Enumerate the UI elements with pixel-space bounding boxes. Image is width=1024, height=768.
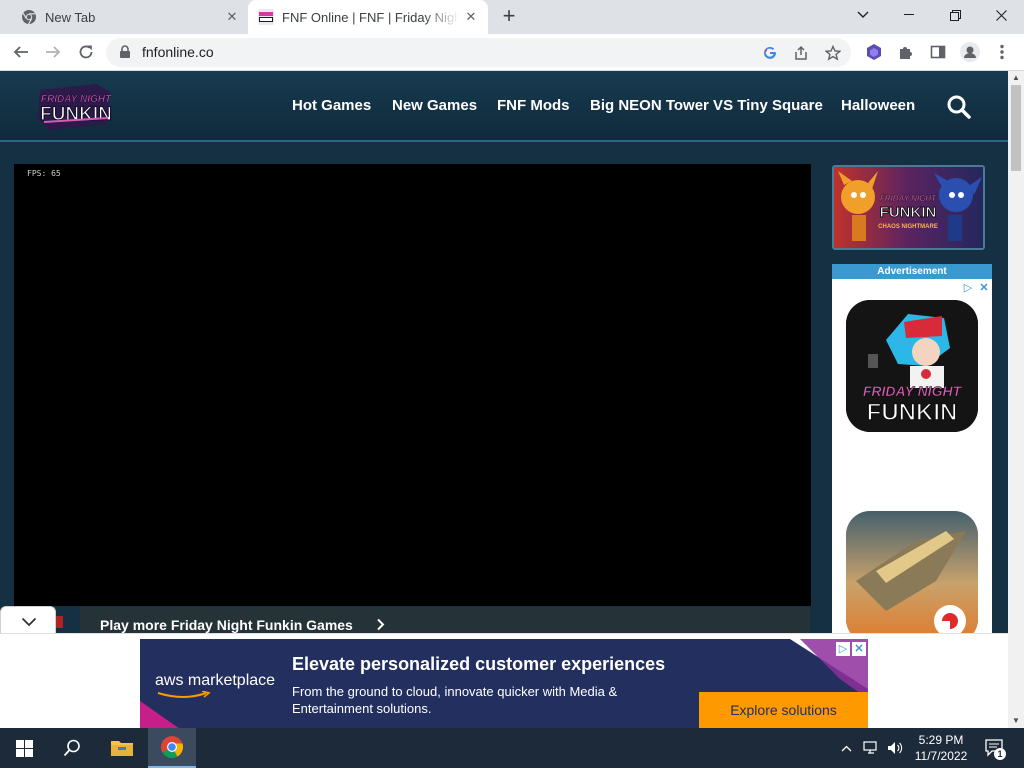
- site-header: FRIDAY NIGHT FUNKIN Hot Games New Games …: [0, 71, 1008, 142]
- new-tab-button[interactable]: +: [498, 5, 520, 28]
- page-scrollbar[interactable]: ▲ ▼: [1008, 71, 1024, 728]
- tab-new-tab[interactable]: New Tab ✕: [14, 0, 246, 34]
- ad-choices-icon[interactable]: ▷: [962, 282, 974, 294]
- ad-body: From the ground to cloud, innovate quick…: [292, 684, 618, 716]
- windows-icon: [15, 739, 33, 757]
- ad-headline: Elevate personalized customer experience…: [292, 654, 666, 674]
- chevron-up-icon: [841, 745, 851, 751]
- scroll-up-icon[interactable]: ▲: [1008, 71, 1024, 85]
- fps-counter: FPS: 65: [27, 169, 61, 178]
- game-thumbnail-chaos-nightmare[interactable]: FRIDAY NIGHT FUNKIN CHAOS NIGHTMARE: [832, 165, 985, 250]
- nav-halloween[interactable]: Halloween: [841, 97, 915, 117]
- nav-hot-games[interactable]: Hot Games: [292, 97, 371, 117]
- game-thumb-strip: [55, 616, 63, 628]
- minimize-button[interactable]: [886, 0, 932, 30]
- search-icon: [63, 739, 80, 757]
- menu-icon[interactable]: [990, 40, 1014, 64]
- bottom-ad-bar: aws marketplace Elevate personalized cus…: [0, 633, 1008, 729]
- system-clock[interactable]: 5:29 PM 11/7/2022: [910, 732, 972, 764]
- svg-text:FRIDAY NIGHT: FRIDAY NIGHT: [880, 194, 937, 203]
- explore-solutions-button[interactable]: Explore solutions: [699, 692, 868, 729]
- forward-icon: [46, 46, 61, 58]
- puzzle-icon[interactable]: [894, 40, 918, 64]
- side-panel-icon[interactable]: [926, 40, 950, 64]
- network-icon[interactable]: [860, 728, 882, 768]
- clock-date: 11/7/2022: [914, 749, 968, 763]
- back-icon: [13, 46, 28, 58]
- url-text: fnfonline.co: [142, 44, 214, 60]
- close-icon: [995, 9, 1007, 21]
- close-icon[interactable]: ✕: [463, 9, 479, 25]
- app-icon-game-2[interactable]: [846, 511, 978, 643]
- star-icon[interactable]: [823, 43, 843, 63]
- clock-time: 5:29 PM: [918, 733, 964, 747]
- scroll-down-icon[interactable]: ▼: [1008, 714, 1024, 728]
- collapse-ad-button[interactable]: [0, 606, 56, 634]
- reload-icon: [79, 45, 93, 59]
- forward-button[interactable]: [41, 40, 65, 64]
- chevron-right-icon: [377, 618, 385, 631]
- file-explorer-button[interactable]: [98, 728, 146, 768]
- scrollbar-thumb[interactable]: [1011, 85, 1021, 171]
- ad-choices-icon[interactable]: ▷: [836, 642, 850, 656]
- address-bar[interactable]: fnfonline.co: [106, 38, 851, 67]
- site-logo[interactable]: FRIDAY NIGHT FUNKIN: [36, 82, 116, 132]
- action-center-button[interactable]: 1: [980, 728, 1010, 768]
- tab-fnf-online[interactable]: FNF Online | FNF | Friday Night Funkin ✕: [248, 0, 488, 34]
- nav-fnf-mods[interactable]: FNF Mods: [497, 97, 570, 117]
- share-icon[interactable]: [791, 43, 811, 63]
- restore-button[interactable]: [932, 0, 978, 30]
- search-button[interactable]: [48, 728, 96, 768]
- aws-ad-banner[interactable]: aws marketplace Elevate personalized cus…: [140, 639, 868, 729]
- folder-icon: [111, 741, 133, 756]
- web-page: FRIDAY NIGHT FUNKIN Hot Games New Games …: [0, 71, 1008, 728]
- close-icon[interactable]: ✕: [852, 642, 866, 656]
- back-button[interactable]: [9, 40, 33, 64]
- svg-text:FRIDAY NIGHT: FRIDAY NIGHT: [863, 383, 963, 399]
- game-thumbnail-image: FRIDAY NIGHT FUNKIN CHAOS NIGHTMARE: [834, 167, 983, 248]
- chrome-icon: [161, 736, 184, 758]
- volume-icon[interactable]: [884, 728, 906, 768]
- tab-title: New Tab: [45, 9, 96, 25]
- svg-text:FUNKIN: FUNKIN: [880, 204, 937, 221]
- show-hidden-icons[interactable]: [836, 728, 856, 768]
- nav-big-neon-tower[interactable]: Big NEON Tower VS Tiny Square: [590, 97, 823, 117]
- taskbar: 5:29 PM 11/7/2022 1: [0, 728, 1024, 768]
- tab-title: FNF Online | FNF | Friday Night Funkin: [282, 9, 459, 25]
- advertisement-label: Advertisement: [832, 264, 992, 279]
- fnf-favicon: [258, 9, 274, 25]
- reload-button[interactable]: [74, 40, 98, 64]
- aws-marketplace-logo: aws marketplace: [155, 672, 276, 689]
- profile-icon[interactable]: [958, 40, 982, 64]
- extension-icon[interactable]: [862, 40, 886, 64]
- aws-smile-icon: [157, 691, 211, 698]
- search-icon[interactable]: [946, 94, 972, 120]
- minimize-icon: [904, 14, 914, 15]
- app-icon-fnf[interactable]: FRIDAY NIGHT FUNKIN: [846, 300, 978, 432]
- chrome-taskbar-button[interactable]: [148, 728, 196, 768]
- chrome-icon: [22, 10, 36, 25]
- google-lens-icon[interactable]: [760, 43, 780, 63]
- screen: New Tab ✕ FNF Online | FNF | Friday Nigh…: [0, 0, 1024, 768]
- nav-new-games[interactable]: New Games: [392, 97, 477, 117]
- close-window-button[interactable]: [978, 0, 1024, 30]
- game-canvas[interactable]: FPS: 65: [14, 164, 811, 606]
- game-app-art: [846, 511, 978, 643]
- svg-text:FUNKIN: FUNKIN: [867, 399, 958, 426]
- close-icon[interactable]: ✕: [224, 9, 240, 25]
- chevron-down-icon: [21, 617, 37, 627]
- thumb-subtitle: CHAOS NIGHTMARE: [878, 224, 938, 230]
- notification-count: 1: [994, 748, 1006, 760]
- browser-toolbar: fnfonline.co: [0, 34, 1024, 71]
- start-button[interactable]: [0, 728, 48, 768]
- lock-icon: [120, 45, 130, 58]
- tab-search-button[interactable]: [840, 0, 886, 30]
- chevron-down-icon: [857, 11, 869, 18]
- fnf-app-art: FRIDAY NIGHT FUNKIN: [846, 300, 978, 432]
- play-more-link[interactable]: Play more Friday Night Funkin Games: [100, 617, 353, 633]
- close-icon[interactable]: ✕: [978, 282, 990, 294]
- tab-strip: New Tab ✕ FNF Online | FNF | Friday Nigh…: [0, 0, 1024, 34]
- restore-icon: [949, 9, 961, 21]
